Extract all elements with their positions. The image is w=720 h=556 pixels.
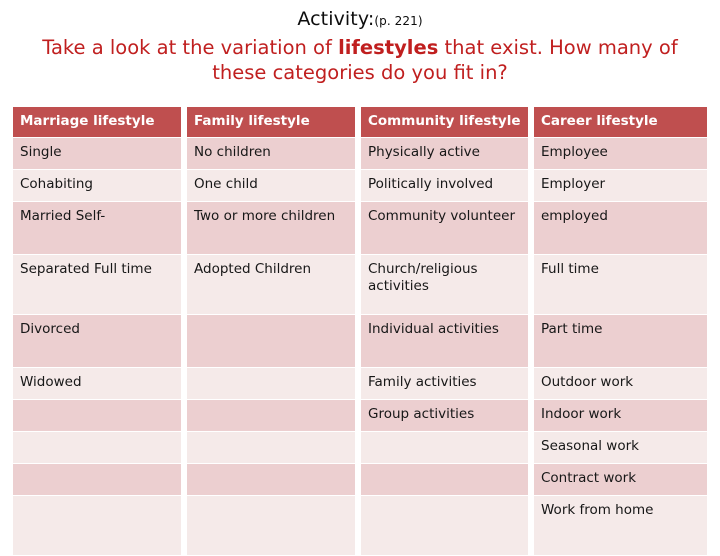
- table-cell: Individual activities: [361, 315, 528, 367]
- table-cell: [13, 400, 181, 431]
- table-cell: Full time: [534, 255, 707, 314]
- table-cell: Seasonal work: [534, 432, 707, 463]
- table-cell: [187, 368, 355, 399]
- column-header-marriage: Marriage lifestyle: [13, 107, 181, 137]
- table-cell: [13, 464, 181, 495]
- table-row: Married Self- Two or more children Communi…: [13, 202, 707, 254]
- activity-heading: Activity:(p. 221): [13, 10, 707, 29]
- table-row: Group activities Indoor work: [13, 400, 707, 431]
- table-header-row: Marriage lifestyle Family lifestyle Comm…: [13, 107, 707, 137]
- table-cell: [361, 432, 528, 463]
- table-cell: Politically involved: [361, 170, 528, 201]
- table-cell: Married Self-: [13, 202, 181, 254]
- table-cell: Widowed: [13, 368, 181, 399]
- table-cell: Separated Full time: [13, 255, 181, 314]
- table-cell: No children: [187, 138, 355, 169]
- table-body: Single No children Physically active Employ…: [13, 138, 707, 555]
- table-row: Separated Full time Adopted Children Churc…: [13, 255, 707, 314]
- table-cell: Divorced: [13, 315, 181, 367]
- table-cell: [13, 432, 181, 463]
- table-row: Work from home: [13, 496, 707, 555]
- subtitle-part-one: Take a look at the variation of: [42, 36, 339, 59]
- table-row: Widowed Family activities Outdoor work: [13, 368, 707, 399]
- subtitle-emphasis: lifestyles: [338, 36, 439, 59]
- table-cell: [187, 432, 355, 463]
- table-cell: Church/religious activities: [361, 255, 528, 314]
- table-cell: Work from home: [534, 496, 707, 555]
- table-row: Divorced Individual activities Part time: [13, 315, 707, 367]
- table-cell: Contract work: [534, 464, 707, 495]
- lifestyle-table: Marriage lifestyle Family lifestyle Comm…: [7, 106, 713, 556]
- table-cell: Adopted Children: [187, 255, 355, 314]
- activity-label: Activity:: [297, 8, 375, 30]
- table-cell: [187, 400, 355, 431]
- table-cell: Cohabiting: [13, 170, 181, 201]
- lifestyle-table-wrapper: Marriage lifestyle Family lifestyle Comm…: [13, 107, 707, 555]
- activity-page-reference: (p. 221): [374, 14, 423, 28]
- table-cell: Physically active: [361, 138, 528, 169]
- table-cell: Single: [13, 138, 181, 169]
- table-cell: [187, 315, 355, 367]
- table-cell: Two or more children: [187, 202, 355, 254]
- table-cell: [187, 464, 355, 495]
- title-block: Activity:(p. 221) Take a look at the var…: [13, 10, 707, 86]
- column-header-family: Family lifestyle: [187, 107, 355, 137]
- slide-subtitle: Take a look at the variation of lifestyl…: [13, 35, 707, 86]
- table-cell: [187, 496, 355, 555]
- table-header: Marriage lifestyle Family lifestyle Comm…: [13, 107, 707, 137]
- slide-canvas: Activity:(p. 221) Take a look at the var…: [0, 0, 720, 555]
- table-cell: [361, 496, 528, 555]
- column-header-career: Career lifestyle: [534, 107, 707, 137]
- table-cell: Community volunteer: [361, 202, 528, 254]
- table-cell: Employer: [534, 170, 707, 201]
- table-row: Cohabiting One child Politically involved E…: [13, 170, 707, 201]
- table-cell: Indoor work: [534, 400, 707, 431]
- table-row: Contract work: [13, 464, 707, 495]
- table-cell: Group activities: [361, 400, 528, 431]
- table-cell: Part time: [534, 315, 707, 367]
- table-cell: [13, 496, 181, 555]
- table-cell: Employee: [534, 138, 707, 169]
- table-cell: One child: [187, 170, 355, 201]
- table-cell: [361, 464, 528, 495]
- table-cell: employed: [534, 202, 707, 254]
- column-header-community: Community lifestyle: [361, 107, 528, 137]
- table-cell: Family activities: [361, 368, 528, 399]
- table-row: Single No children Physically active Employ…: [13, 138, 707, 169]
- table-row: Seasonal work: [13, 432, 707, 463]
- table-cell: Outdoor work: [534, 368, 707, 399]
